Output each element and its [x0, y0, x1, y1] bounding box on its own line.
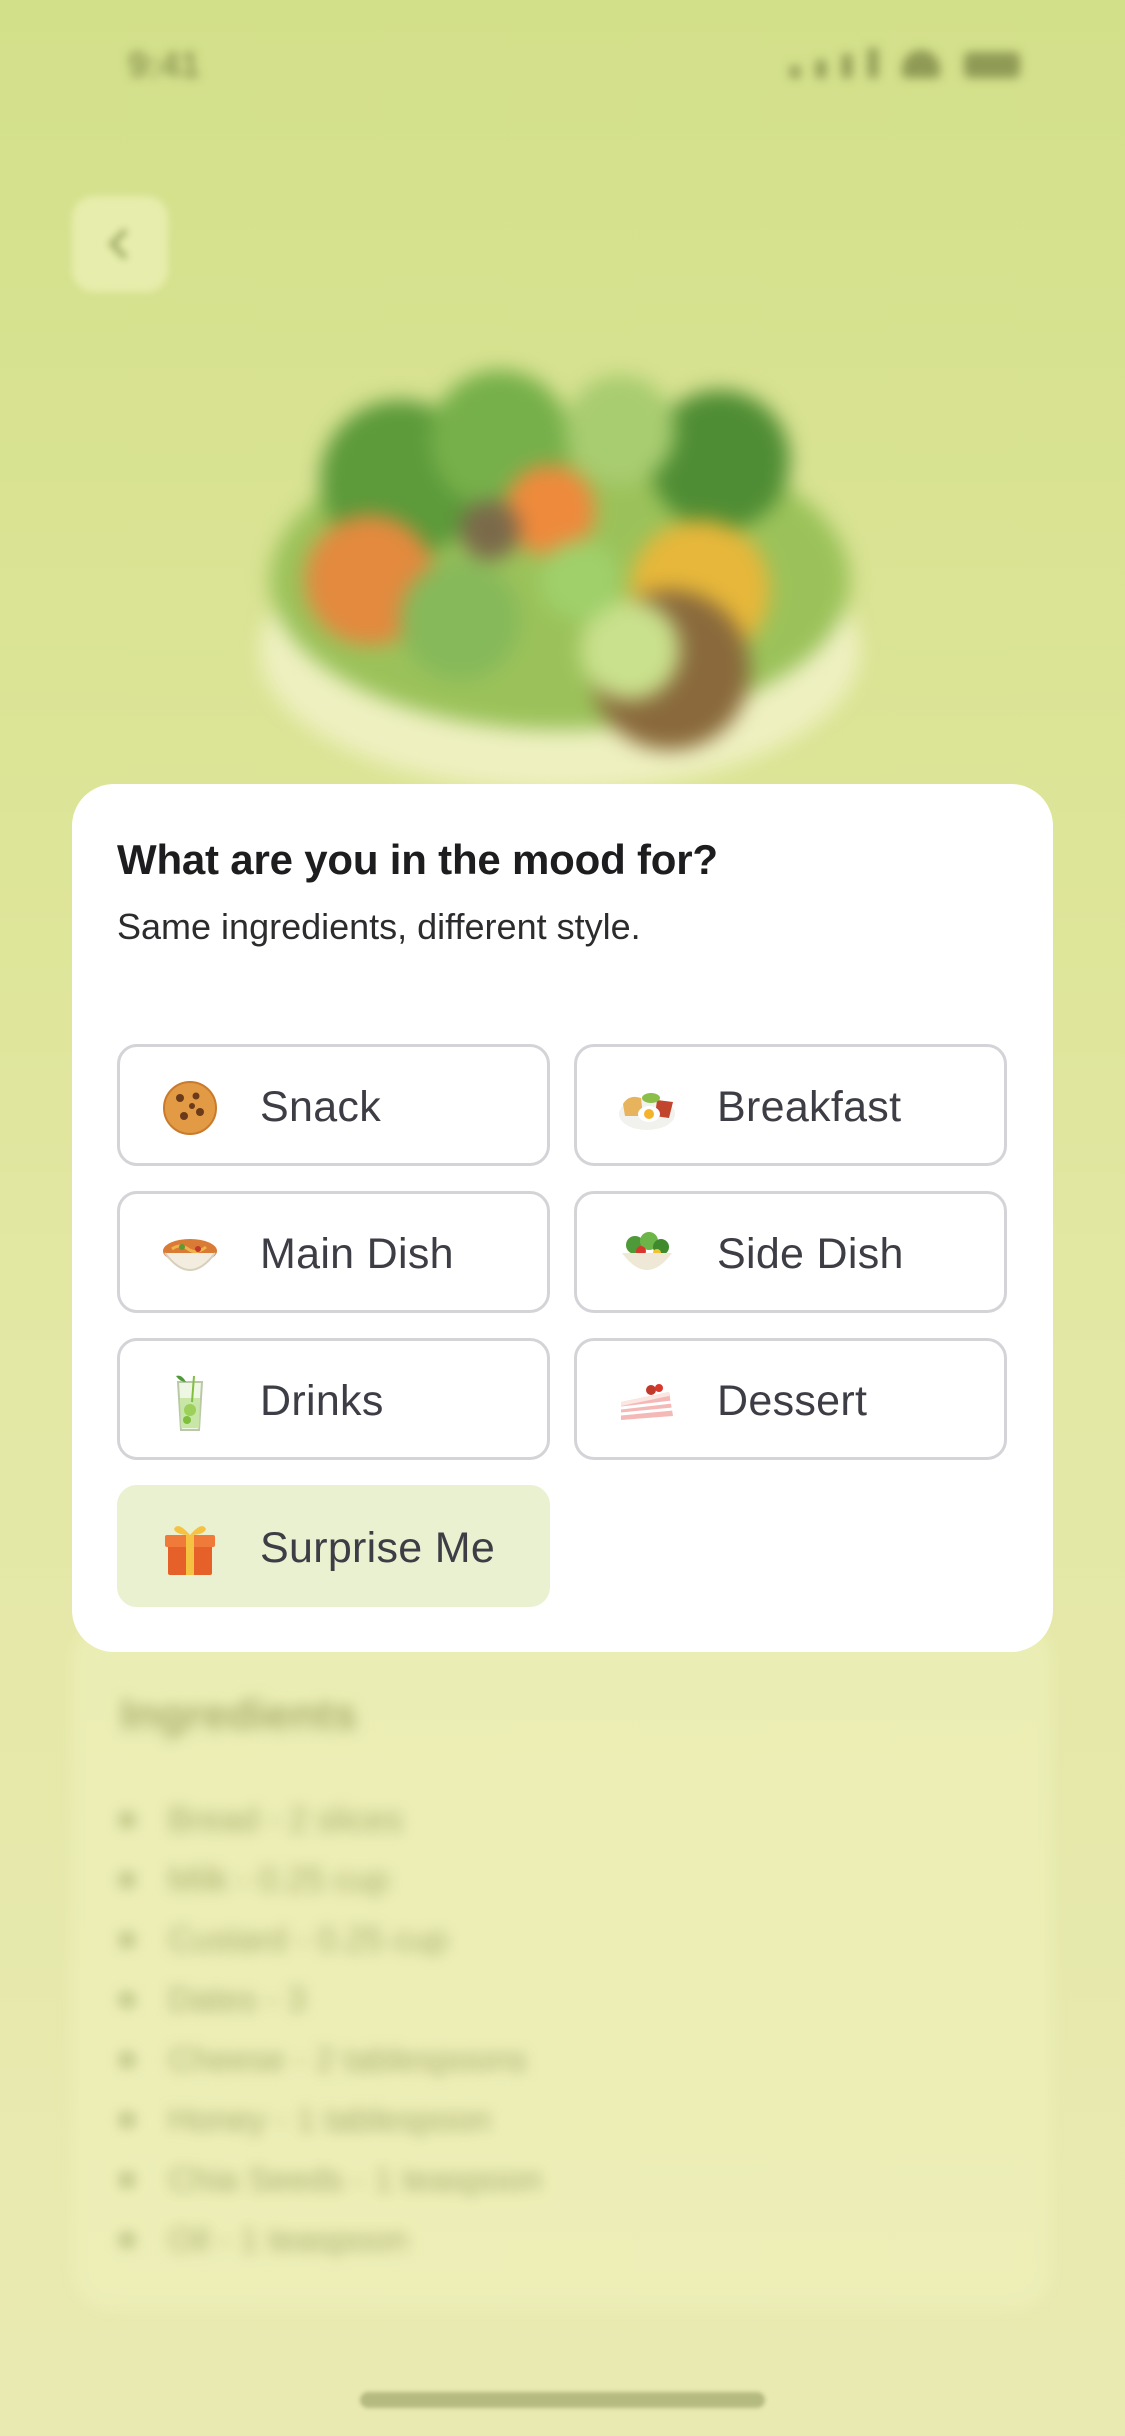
breakfast-plate-icon: [619, 1093, 675, 1130]
mojito-glass-icon: [176, 1375, 204, 1431]
mood-picker-modal: What are you in the mood for? Same ingre…: [72, 784, 1053, 1652]
signal-bar: [816, 60, 826, 78]
option-label: Main Dish: [260, 1230, 454, 1278]
option-dessert-button[interactable]: Dessert: [574, 1338, 1007, 1460]
cookie-icon: [163, 1081, 217, 1135]
ingredient-item: Dates - 3: [120, 1970, 542, 2030]
status-bar: 9:41: [0, 0, 1125, 130]
option-drinks-button[interactable]: Drinks: [117, 1338, 550, 1460]
option-label: Side Dish: [717, 1230, 904, 1278]
home-indicator: [360, 2392, 765, 2408]
modal-subtitle: Same ingredients, different style.: [117, 906, 641, 947]
ingredients-title: Ingredients: [120, 1690, 358, 1739]
option-breakfast-button[interactable]: Breakfast: [574, 1044, 1007, 1166]
ingredient-item: Chia Seeds - 1 teaspoon: [120, 2150, 542, 2210]
ingredient-item: Custard - 0.25 cup: [120, 1910, 542, 1970]
option-label: Snack: [260, 1083, 382, 1131]
signal-icon: [790, 66, 800, 78]
ingredient-item: Honey - 1 tablespoon: [120, 2090, 542, 2150]
option-label: Drinks: [260, 1377, 384, 1425]
option-label: Surprise Me: [260, 1524, 496, 1572]
option-snack-button[interactable]: Snack: [117, 1044, 550, 1166]
option-surprise-me-button[interactable]: Surprise Me: [117, 1485, 550, 1607]
noodle-bowl-icon: [163, 1239, 217, 1271]
salad-bowl-image: [260, 370, 860, 790]
back-button[interactable]: [72, 196, 168, 292]
salad-bowl-icon: [622, 1232, 672, 1270]
wifi-icon: [902, 50, 940, 78]
signal-bar: [842, 54, 852, 78]
modal-title: What are you in the mood for?: [117, 836, 718, 883]
status-icons: [790, 48, 1020, 78]
battery-icon: [964, 52, 1020, 78]
ingredient-item: Bread - 2 slices: [120, 1790, 542, 1850]
option-label: Dessert: [717, 1377, 868, 1425]
status-time: 9:41: [128, 44, 201, 85]
option-label: Breakfast: [717, 1083, 902, 1131]
ingredients-list: Bread - 2 slices Milk - 0.25 cup Custard…: [120, 1790, 542, 2270]
option-main-dish-button[interactable]: Main Dish: [117, 1191, 550, 1313]
ingredients-card: Ingredients Bread - 2 slices Milk - 0.25…: [72, 1620, 1052, 2310]
ingredient-item: Cheese - 2 tablespoons: [120, 2030, 542, 2090]
ingredient-item: Milk - 0.25 cup: [120, 1850, 542, 1910]
chevron-left-icon: [108, 228, 140, 260]
signal-bar: [868, 48, 878, 78]
option-side-dish-button[interactable]: Side Dish: [574, 1191, 1007, 1313]
ingredient-item: Oil - 1 teaspoon: [120, 2210, 542, 2270]
cake-slice-icon: [620, 1384, 674, 1420]
gift-icon: [165, 1526, 215, 1575]
